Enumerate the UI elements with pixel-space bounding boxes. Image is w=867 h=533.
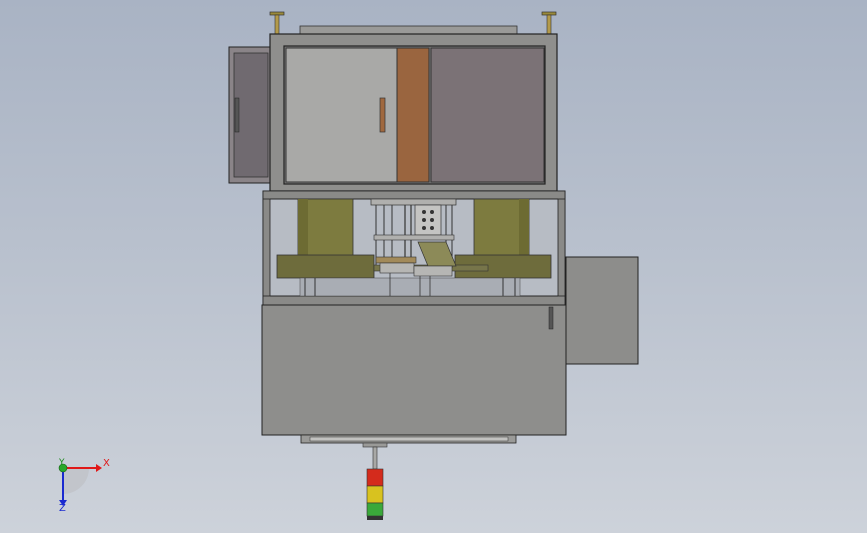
upper-cabinet xyxy=(269,33,558,192)
door-handle xyxy=(379,97,386,133)
side-control-box xyxy=(565,256,639,365)
tower-light-green xyxy=(366,502,384,517)
tower-light xyxy=(362,442,388,520)
axis-z-label: Z xyxy=(59,503,66,514)
lower-cabinet xyxy=(261,304,567,444)
axis-y-label: Y xyxy=(59,458,65,468)
cabinet-door-wood xyxy=(396,47,430,183)
cabinet-door-right xyxy=(430,47,545,183)
left-side-door xyxy=(228,46,272,184)
coordinate-triad xyxy=(58,463,102,506)
tower-light-red xyxy=(366,468,384,487)
cad-viewport[interactable] xyxy=(0,0,867,533)
tower-light-yellow xyxy=(366,485,384,504)
axis-x-label: X xyxy=(103,458,110,469)
